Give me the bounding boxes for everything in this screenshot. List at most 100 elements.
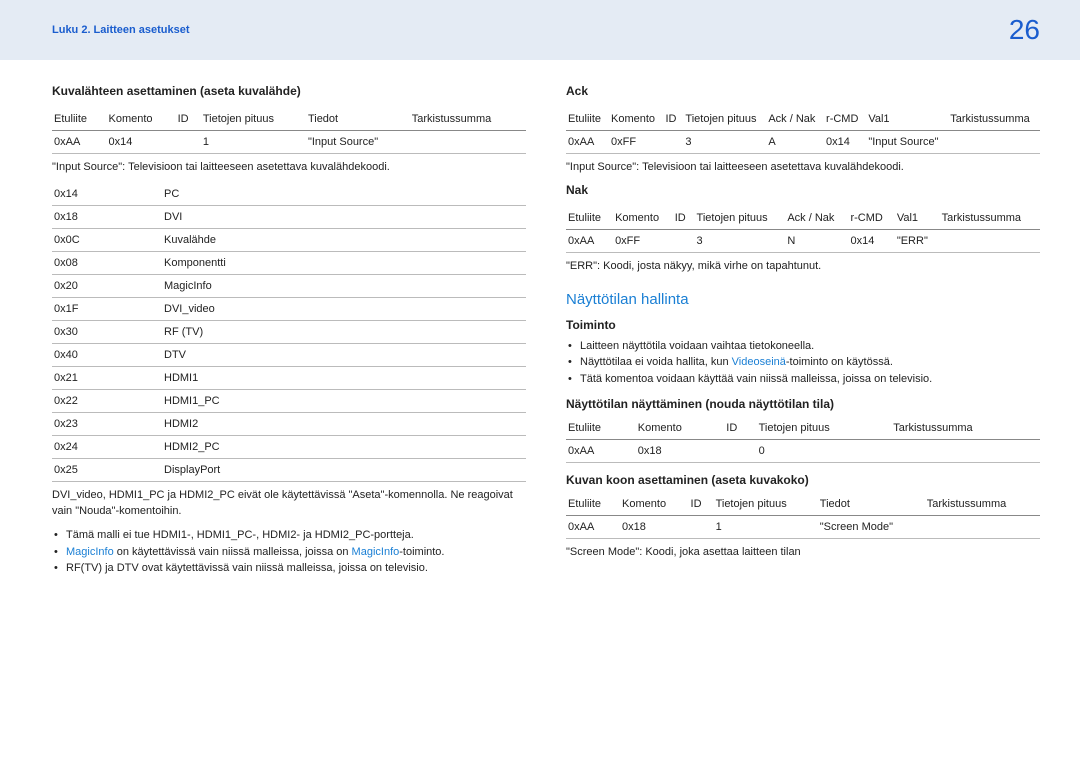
screen-mode-note: "Screen Mode": Koodi, joka asettaa laitt…: [566, 545, 1040, 560]
nak-heading: Nak: [566, 183, 1040, 197]
cell: 0x22: [52, 390, 162, 413]
cell: 0x1F: [52, 298, 162, 321]
cell: Komponentti: [162, 252, 526, 275]
nak-table: Etuliite Komento ID Tietojen pituus Ack …: [566, 207, 1040, 253]
th: Etuliite: [566, 207, 613, 230]
table-row: 0x18DVI: [52, 206, 526, 229]
cell: 0x14: [848, 230, 894, 253]
table-row: 0xAA 0x18 1 "Screen Mode": [566, 516, 1040, 539]
cell: HDMI1: [162, 367, 526, 390]
table-row: 0x0CKuvalähde: [52, 229, 526, 252]
list-item: MagicInfo on käytettävissä vain niissä m…: [52, 544, 526, 561]
table-row: 0x24HDMI2_PC: [52, 436, 526, 459]
cell: DVI: [162, 206, 526, 229]
cell: 0x25: [52, 459, 162, 482]
cell: HDMI1_PC: [162, 390, 526, 413]
list-item: Näyttötilaa ei voida hallita, kun Videos…: [566, 354, 1040, 371]
th: Etuliite: [566, 493, 620, 516]
th: Komento: [609, 108, 664, 131]
cell: 0xAA: [566, 516, 620, 539]
text: Näyttötilaa ei voida hallita, kun: [580, 356, 732, 368]
ack-note: "Input Source": Televisioon tai laittees…: [566, 160, 1040, 175]
cell: 0x08: [52, 252, 162, 275]
set-source-heading: Kuvalähteen asettaminen (aseta kuvalähde…: [52, 84, 526, 98]
cell: MagicInfo: [162, 275, 526, 298]
right-column: Ack Etuliite Komento ID Tietojen pituus …: [566, 84, 1040, 585]
get-display-heading: Näyttötilan näyttäminen (nouda näyttötil…: [566, 397, 1040, 411]
table-row: 0x22HDMI1_PC: [52, 390, 526, 413]
set-size-table: Etuliite Komento ID Tietojen pituus Tied…: [566, 493, 1040, 539]
table-row: 0xAA 0x18 0: [566, 440, 1040, 463]
toiminto-bullets: Laitteen näyttötila voidaan vaihtaa tiet…: [566, 338, 1040, 388]
list-item: Tämä malli ei tue HDMI1-, HDMI1_PC-, HDM…: [52, 527, 526, 544]
get-display-table: Etuliite Komento ID Tietojen pituus Tark…: [566, 417, 1040, 463]
table-row: 0x21HDMI1: [52, 367, 526, 390]
table-row: 0xAA 0xFF 3 A 0x14 "Input Source": [566, 131, 1040, 154]
cell: Kuvalähde: [162, 229, 526, 252]
th: Etuliite: [566, 417, 636, 440]
cell: 0x23: [52, 413, 162, 436]
cell: 0xAA: [566, 440, 636, 463]
magicinfo-label: MagicInfo: [66, 546, 114, 558]
cell: [689, 516, 714, 539]
cell: "Input Source": [306, 131, 410, 154]
cell: 0x0C: [52, 229, 162, 252]
cell: [948, 131, 1040, 154]
th: Tietojen pituus: [695, 207, 786, 230]
source-codes-table: 0x14PC0x18DVI0x0CKuvalähde0x08Komponentt…: [52, 183, 526, 482]
cell: [940, 230, 1040, 253]
ack-heading: Ack: [566, 84, 1040, 98]
table-row: 0x30RF (TV): [52, 321, 526, 344]
cell: "ERR": [895, 230, 940, 253]
page-content: Kuvalähteen asettaminen (aseta kuvalähde…: [0, 60, 1080, 585]
cell: 3: [683, 131, 766, 154]
table-row: 0x20MagicInfo: [52, 275, 526, 298]
cell: 0x30: [52, 321, 162, 344]
table-row: 0x1FDVI_video: [52, 298, 526, 321]
cell: "Screen Mode": [818, 516, 925, 539]
cell: A: [766, 131, 824, 154]
table-row: 0x25DisplayPort: [52, 459, 526, 482]
th-checksum: Tarkistussumma: [410, 108, 526, 131]
table-row: 0x23HDMI2: [52, 413, 526, 436]
th: Etuliite: [566, 108, 609, 131]
table-row: 0x40DTV: [52, 344, 526, 367]
cell: DisplayPort: [162, 459, 526, 482]
cell: 3: [695, 230, 786, 253]
cell: 1: [201, 131, 306, 154]
cell: [410, 131, 526, 154]
th: Tiedot: [818, 493, 925, 516]
th-prefix: Etuliite: [52, 108, 106, 131]
th: ID: [724, 417, 756, 440]
th-data: Tiedot: [306, 108, 410, 131]
th-command: Komento: [106, 108, 175, 131]
page-number: 26: [1009, 14, 1040, 46]
cell: [673, 230, 695, 253]
ack-table: Etuliite Komento ID Tietojen pituus Ack …: [566, 108, 1040, 154]
list-item: Laitteen näyttötila voidaan vaihtaa tiet…: [566, 338, 1040, 355]
th: Tarkistussumma: [940, 207, 1040, 230]
cell: 0x20: [52, 275, 162, 298]
th: Val1: [895, 207, 940, 230]
cell: 0x14: [52, 183, 162, 206]
cell: 0x24: [52, 436, 162, 459]
th-datalen: Tietojen pituus: [201, 108, 306, 131]
table-row: 0x14PC: [52, 183, 526, 206]
cell: 0xAA: [566, 230, 613, 253]
th: Komento: [613, 207, 673, 230]
left-bullets: Tämä malli ei tue HDMI1-, HDMI1_PC-, HDM…: [52, 527, 526, 577]
cell: DVI_video: [162, 298, 526, 321]
text: -toiminto.: [399, 546, 444, 558]
list-item: RF(TV) ja DTV ovat käytettävissä vain ni…: [52, 560, 526, 577]
th: Tietojen pituus: [683, 108, 766, 131]
cell: 0x18: [636, 440, 725, 463]
cell: HDMI2: [162, 413, 526, 436]
cell: [925, 516, 1040, 539]
set-size-heading: Kuvan koon asettaminen (aseta kuvakoko): [566, 473, 1040, 487]
th: Komento: [636, 417, 725, 440]
videowall-label: Videoseinä: [732, 356, 786, 368]
set-source-table: Etuliite Komento ID Tietojen pituus Tied…: [52, 108, 526, 154]
cell: N: [785, 230, 848, 253]
table-row: 0x08Komponentti: [52, 252, 526, 275]
table-row: 0xAA 0xFF 3 N 0x14 "ERR": [566, 230, 1040, 253]
